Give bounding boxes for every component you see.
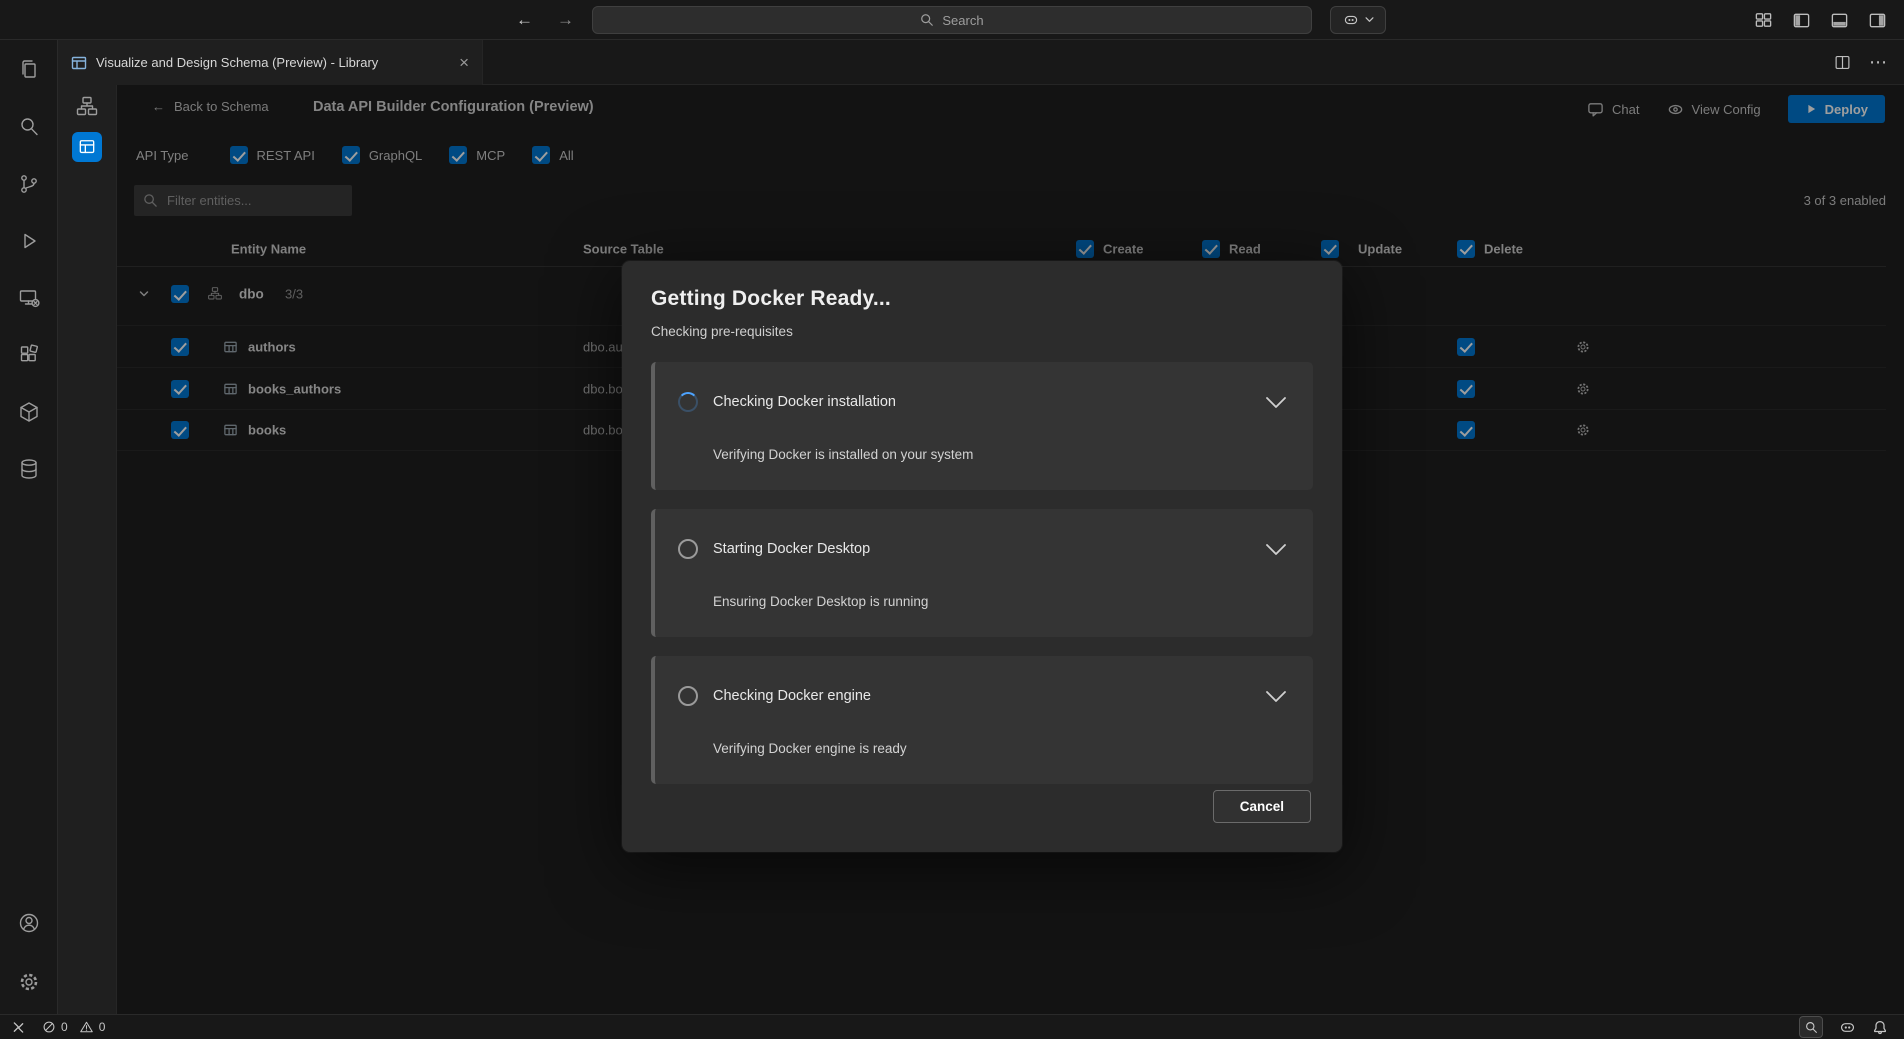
warning-count: 0 — [99, 1020, 106, 1034]
split-editor-icon[interactable] — [1834, 54, 1851, 71]
database-icon[interactable] — [5, 445, 53, 493]
step-description: Verifying Docker is installed on your sy… — [713, 447, 973, 462]
chevron-down-icon[interactable] — [1265, 543, 1287, 556]
titlebar: ← → Search — [0, 0, 1904, 40]
tab-bar: Visualize and Design Schema (Preview) - … — [58, 40, 1904, 85]
explorer-icon[interactable] — [5, 46, 53, 94]
data-api-builder-icon-active[interactable] — [72, 132, 102, 162]
view-switcher-strip — [58, 85, 117, 1014]
nav-forward-icon[interactable]: → — [557, 10, 574, 30]
step-description: Verifying Docker engine is ready — [713, 741, 907, 756]
error-count: 0 — [61, 1020, 68, 1034]
toggle-secondary-sidebar-icon[interactable] — [1864, 7, 1890, 33]
toggle-panel-icon[interactable] — [1826, 7, 1852, 33]
dialog-subtitle: Checking pre-requisites — [651, 324, 1313, 339]
schema-designer-icon[interactable] — [75, 95, 99, 119]
chevron-down-icon[interactable] — [1265, 396, 1287, 409]
errors-icon — [42, 1020, 56, 1034]
run-debug-icon[interactable] — [5, 217, 53, 265]
nav-back-icon[interactable]: ← — [516, 10, 533, 30]
copilot-button[interactable] — [1330, 6, 1386, 34]
status-bar: 0 0 — [0, 1014, 1904, 1039]
pending-circle-icon — [678, 686, 698, 706]
account-icon[interactable] — [5, 899, 53, 947]
schema-preview-icon — [71, 55, 87, 71]
getting-docker-ready-dialog: Getting Docker Ready... Checking pre-req… — [622, 261, 1342, 852]
step-description: Ensuring Docker Desktop is running — [713, 594, 928, 609]
copilot-icon — [1343, 12, 1359, 28]
activity-bar — [0, 40, 58, 1014]
step-checking-docker-installation[interactable]: Checking Docker installation Verifying D… — [651, 362, 1313, 490]
step-starting-docker-desktop[interactable]: Starting Docker Desktop Ensuring Docker … — [651, 509, 1313, 637]
spinner-icon — [678, 392, 698, 412]
chevron-down-icon[interactable] — [1265, 690, 1287, 703]
source-control-icon[interactable] — [5, 160, 53, 208]
search-view-icon[interactable] — [5, 103, 53, 151]
pending-circle-icon — [678, 539, 698, 559]
zoom-status-icon[interactable] — [1799, 1016, 1823, 1038]
dialog-title: Getting Docker Ready... — [651, 287, 1313, 311]
warnings-icon — [79, 1020, 94, 1034]
customize-layout-icon[interactable] — [1750, 7, 1776, 33]
copilot-status-icon[interactable] — [1839, 1019, 1856, 1036]
settings-gear-icon[interactable] — [5, 958, 53, 1006]
more-actions-icon[interactable]: ⋯ — [1869, 52, 1888, 73]
search-icon — [920, 13, 934, 27]
tab-title: Visualize and Design Schema (Preview) - … — [96, 55, 446, 70]
step-title: Checking Docker engine — [713, 688, 871, 704]
remote-indicator-icon[interactable] — [0, 1015, 36, 1039]
toggle-primary-sidebar-icon[interactable] — [1788, 7, 1814, 33]
notifications-bell-icon[interactable] — [1872, 1019, 1888, 1035]
problems-status[interactable]: 0 0 — [42, 1020, 111, 1034]
remote-explorer-icon[interactable] — [5, 274, 53, 322]
step-checking-docker-engine[interactable]: Checking Docker engine Verifying Docker … — [651, 656, 1313, 784]
vscode-window: ← → Search — [0, 0, 1904, 1039]
cancel-button[interactable]: Cancel — [1213, 790, 1311, 823]
tab-visualize-design-schema[interactable]: Visualize and Design Schema (Preview) - … — [58, 40, 483, 85]
search-placeholder: Search — [942, 13, 983, 28]
chevron-down-icon — [1365, 17, 1374, 23]
step-title: Checking Docker installation — [713, 394, 896, 410]
package-cube-icon[interactable] — [5, 388, 53, 436]
step-title: Starting Docker Desktop — [713, 541, 870, 557]
tab-close-icon[interactable]: × — [459, 54, 469, 71]
command-center-search[interactable]: Search — [592, 6, 1312, 34]
extensions-icon[interactable] — [5, 331, 53, 379]
